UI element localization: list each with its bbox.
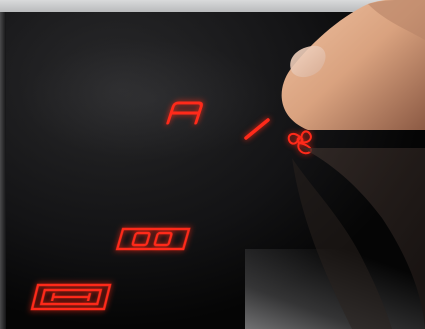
slash-icon	[244, 118, 270, 140]
letter-a-icon[interactable]	[166, 101, 203, 125]
finger-reflection	[292, 148, 425, 329]
cooktop-photo	[0, 0, 425, 329]
double-zero-display-icon[interactable]	[115, 227, 191, 251]
zone-size-icon[interactable]	[30, 283, 112, 311]
finger	[281, 0, 425, 130]
